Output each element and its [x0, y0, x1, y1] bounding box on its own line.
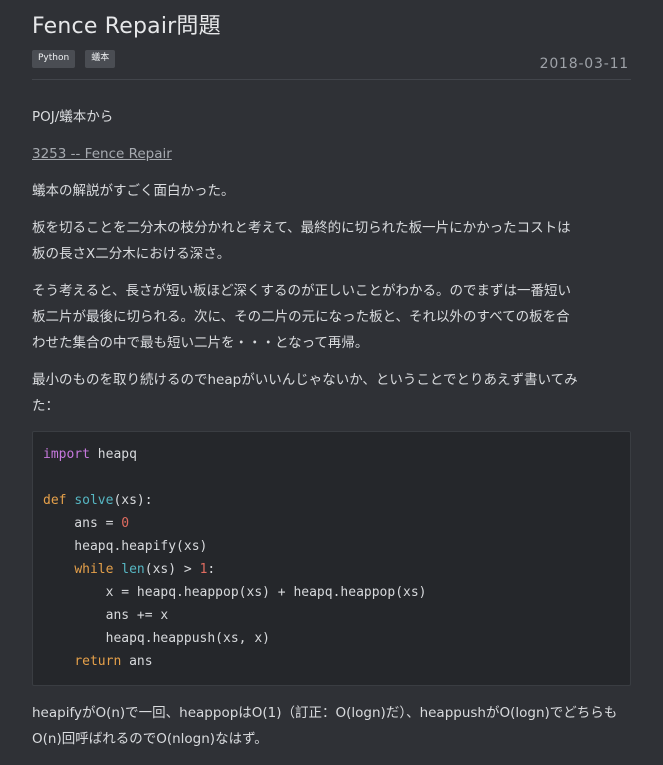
paragraph-intro: 蟻本の解説がすごく面白かった。: [32, 183, 235, 199]
post-title: Fence Repair問題: [32, 14, 221, 39]
code-line: heapq.heappush(xs, x): [43, 631, 270, 646]
code-line: return ans: [74, 654, 153, 669]
code-line: while len(xs) > 1:: [74, 562, 216, 577]
paragraph-reasoning: そう考えると、長さが短い板ほど深くするのが正しいことがわかる。のでまずは一番短い…: [32, 283, 572, 351]
code-line: import heapq: [43, 447, 137, 462]
code-block: import heapq def solve(xs): ans = 0 heap…: [32, 431, 631, 686]
post-header: Fence Repair問題 Python 蟻本 2018-03-11: [32, 0, 631, 80]
code-line: heapq.heapify(xs): [43, 539, 208, 554]
code-line: ans = 0: [43, 516, 130, 531]
paragraph-heap: 最小のものを取り続けるのでheapがいいんじゃないか、ということでとりあえず書い…: [32, 372, 578, 414]
tag-arimoto[interactable]: 蟻本: [85, 50, 116, 68]
blog-post-page: Fence Repair問題 Python 蟻本 2018-03-11 POJ/…: [0, 0, 663, 765]
post-date: 2018-03-11: [539, 56, 629, 72]
code-line: def solve(xs):: [43, 493, 153, 508]
problem-link[interactable]: 3253 -- Fence Repair: [32, 146, 172, 162]
post-content: POJ/蟻本から 3253 -- Fence Repair 蟻本の解説がすごく面…: [32, 80, 631, 752]
paragraph-binary-tree: 板を切ることを二分木の枝分かれと考えて、最終的に切られた板一片にかかったコストは…: [32, 220, 571, 262]
paragraph-complexity: heapifyがO(n)で一回、heappopはO(1)（訂正：O(logn)だ…: [32, 705, 618, 747]
code-line: x = heapq.heappop(xs) + heapq.heappop(xs…: [43, 585, 427, 600]
paragraph-source: POJ/蟻本から: [32, 109, 114, 125]
tag-python[interactable]: Python: [32, 50, 76, 68]
code-line: ans += x: [43, 608, 169, 623]
